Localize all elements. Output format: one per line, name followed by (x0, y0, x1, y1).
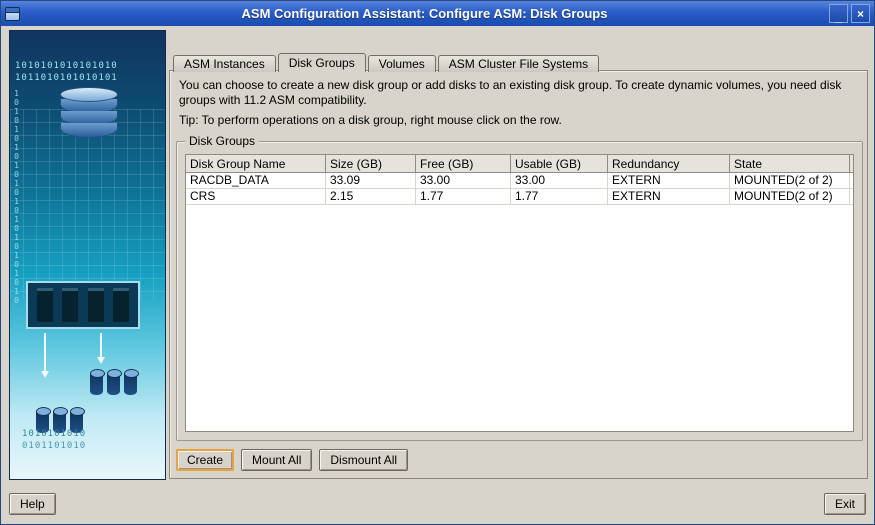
cell-disk-group-name: CRS (186, 189, 326, 205)
table-header-row: Disk Group Name Size (GB) Free (GB) Usab… (186, 155, 853, 173)
down-arrow-icon (41, 333, 49, 378)
cell-filler (850, 189, 853, 205)
column-header-free[interactable]: Free (GB) (416, 155, 511, 173)
create-button[interactable]: Create (176, 449, 235, 471)
column-header-usable[interactable]: Usable (GB) (511, 155, 608, 173)
column-header-disk-group-name[interactable]: Disk Group Name (186, 155, 326, 173)
window-body: 1010101010101010 1011010101010101 101010… (1, 26, 874, 524)
cell-free: 33.00 (416, 173, 511, 189)
app-window: ASM Configuration Assistant: Configure A… (0, 0, 875, 525)
binary-decoration: 1010101010 (22, 429, 87, 439)
cell-usable: 33.00 (511, 173, 608, 189)
tab-asm-cluster-file-systems[interactable]: ASM Cluster File Systems (437, 55, 600, 72)
window-controls: _ × (829, 4, 870, 24)
exit-button[interactable]: Exit (823, 493, 866, 515)
cell-redundancy: EXTERN (608, 173, 730, 189)
tab-disk-groups[interactable]: Disk Groups (277, 53, 366, 72)
groupbox-title: Disk Groups (185, 134, 260, 148)
titlebar: ASM Configuration Assistant: Configure A… (1, 1, 874, 26)
description-text: You can choose to create a new disk grou… (179, 78, 842, 107)
tip-text: Tip: To perform operations on a disk gro… (179, 113, 562, 127)
brand-panel: 1010101010101010 1011010101010101 101010… (9, 30, 166, 480)
database-cylinder-icon (60, 87, 118, 138)
table-row[interactable]: RACDB_DATA 33.09 33.00 33.00 EXTERN MOUN… (186, 173, 853, 189)
dismount-all-button[interactable]: Dismount All (319, 449, 409, 471)
disk-groups-table: Disk Group Name Size (GB) Free (GB) Usab… (185, 154, 854, 432)
cell-size: 33.09 (326, 173, 416, 189)
tab-volumes[interactable]: Volumes (367, 55, 436, 72)
storage-rack-icon (26, 281, 140, 329)
disk-cluster-icon (90, 369, 139, 395)
tab-asm-instances[interactable]: ASM Instances (173, 55, 276, 72)
mount-all-button[interactable]: Mount All (241, 449, 313, 471)
action-buttons: Create Mount All Dismount All (176, 449, 409, 471)
tab-bar: ASM Instances Disk Groups Volumes ASM Cl… (173, 53, 600, 72)
close-button[interactable]: × (851, 4, 870, 23)
disk-groups-groupbox: Disk Groups Disk Group Name Size (GB) Fr… (176, 134, 863, 441)
help-button[interactable]: Help (9, 493, 56, 515)
column-header-filler (850, 155, 853, 173)
binary-decoration: 0101101010 (22, 441, 87, 451)
column-header-redundancy[interactable]: Redundancy (608, 155, 730, 173)
cell-redundancy: EXTERN (608, 189, 730, 205)
cell-size: 2.15 (326, 189, 416, 205)
down-arrow-icon (97, 333, 105, 364)
minimize-button[interactable]: _ (829, 4, 848, 24)
cell-filler (850, 173, 853, 189)
binary-decoration: 1011010101010101 (15, 73, 118, 83)
cell-state: MOUNTED(2 of 2) (730, 173, 850, 189)
column-header-state[interactable]: State (730, 155, 850, 173)
cell-usable: 1.77 (511, 189, 608, 205)
close-icon: × (856, 6, 864, 21)
window-icon (5, 6, 20, 21)
binary-decoration: 1010101010101010 (15, 61, 118, 71)
table-row[interactable]: CRS 2.15 1.77 1.77 EXTERN MOUNTED(2 of 2… (186, 189, 853, 205)
column-header-size[interactable]: Size (GB) (326, 155, 416, 173)
cell-state: MOUNTED(2 of 2) (730, 189, 850, 205)
cell-disk-group-name: RACDB_DATA (186, 173, 326, 189)
tab-content-panel: You can choose to create a new disk grou… (169, 70, 868, 479)
minimize-icon: _ (835, 9, 842, 24)
window-title: ASM Configuration Assistant: Configure A… (241, 6, 608, 21)
cell-free: 1.77 (416, 189, 511, 205)
